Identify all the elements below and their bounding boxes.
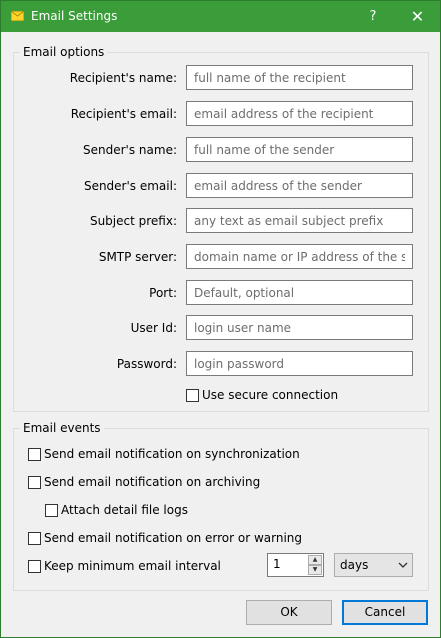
attach-logs-label: Attach detail file logs xyxy=(61,503,188,517)
interval-stepper[interactable]: 1 ▲ ▼ xyxy=(267,553,324,577)
window-title: Email Settings xyxy=(31,9,118,23)
notify-error-checkbox[interactable] xyxy=(28,532,41,545)
help-button[interactable]: ? xyxy=(353,1,393,32)
title-bar[interactable]: Email Settings ? ✕ xyxy=(1,1,440,32)
sender-name-label: Sender's name: xyxy=(83,143,177,157)
spin-up-icon[interactable]: ▲ xyxy=(308,555,322,565)
secure-connection-label: Use secure connection xyxy=(202,388,339,402)
smtp-server-label: SMTP server: xyxy=(98,250,177,264)
sender-name-input[interactable] xyxy=(186,137,413,162)
user-id-input[interactable] xyxy=(186,315,413,340)
ok-button[interactable]: OK xyxy=(246,600,332,625)
cancel-button[interactable]: Cancel xyxy=(342,600,428,625)
sender-email-label: Sender's email: xyxy=(83,179,177,193)
subject-prefix-input[interactable] xyxy=(186,208,413,233)
notify-archive-checkbox[interactable] xyxy=(28,476,41,489)
min-interval-label: Keep minimum email interval xyxy=(44,559,221,573)
notify-archive-label: Send email notification on archiving xyxy=(44,475,261,489)
interval-value[interactable]: 1 xyxy=(273,557,281,571)
min-interval-checkbox[interactable] xyxy=(28,560,41,573)
user-id-label: User Id: xyxy=(130,321,177,335)
chevron-down-icon xyxy=(398,562,408,568)
interval-unit-select[interactable]: days xyxy=(334,553,413,577)
email-options-legend: Email options xyxy=(20,44,108,60)
recipient-email-input[interactable] xyxy=(186,101,413,126)
notify-error-label: Send email notification on error or warn… xyxy=(44,531,303,545)
secure-connection-checkbox[interactable] xyxy=(186,389,199,402)
email-events-legend: Email events xyxy=(20,420,104,436)
smtp-server-input[interactable] xyxy=(186,244,413,269)
port-label: Port: xyxy=(149,286,177,300)
recipient-name-input[interactable] xyxy=(186,65,413,90)
sender-email-input[interactable] xyxy=(186,173,413,198)
recipient-name-label: Recipient's name: xyxy=(69,71,177,85)
recipient-email-label: Recipient's email: xyxy=(70,107,177,121)
interval-unit-value: days xyxy=(340,558,369,572)
spin-down-icon[interactable]: ▼ xyxy=(308,565,322,575)
close-button[interactable]: ✕ xyxy=(395,1,440,32)
envelope-icon xyxy=(11,11,24,21)
password-input[interactable] xyxy=(186,351,413,376)
password-label: Password: xyxy=(116,357,177,371)
port-input[interactable] xyxy=(186,280,413,305)
notify-sync-label: Send email notification on synchronizati… xyxy=(44,447,300,461)
notify-sync-checkbox[interactable] xyxy=(28,448,41,461)
email-settings-dialog: Email Settings ? ✕ Email options Recipie… xyxy=(0,0,441,638)
attach-logs-checkbox[interactable] xyxy=(45,504,58,517)
subject-prefix-label: Subject prefix: xyxy=(89,214,177,228)
